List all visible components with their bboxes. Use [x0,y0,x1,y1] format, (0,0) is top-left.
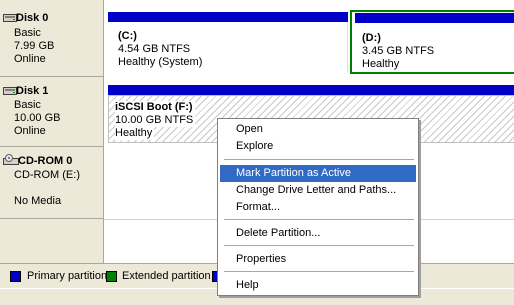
partition-size: 4.54 GB NTFS [118,43,191,55]
legend-swatch-extended [106,271,117,282]
menu-item-change-drive-letter[interactable]: Change Drive Letter and Paths... [220,182,416,199]
menu-item-open[interactable]: Open [220,121,416,138]
context-menu: Open Explore Mark Partition as Active Ch… [217,118,419,296]
disk-status: No Media [14,195,62,207]
primary-partition-bar [355,13,514,23]
menu-item-label: Properties [236,253,287,265]
cdrom-icon [3,154,19,165]
menu-item-label: Delete Partition... [236,227,321,239]
menu-item-label: Change Drive Letter and Paths... [236,184,397,196]
disk-size: 10.00 GB [14,112,61,124]
disk-name: Disk 1 [16,85,49,97]
partition-health: Healthy (System) [118,56,203,68]
partition-label: (D:) [362,32,381,44]
menu-item-label: Mark Partition as Active [236,167,351,179]
partition-c[interactable]: (C:) 4.54 GB NTFS Healthy (System) [108,22,348,72]
menu-item-delete-partition[interactable]: Delete Partition... [220,225,416,242]
menu-item-label: Explore [236,140,274,152]
disk-status: Online [14,125,46,137]
partition-health: Healthy [362,58,400,70]
partition-size: 10.00 GB NTFS [115,114,196,127]
menu-item-label: Format... [236,201,281,213]
primary-partition-bar [108,85,514,95]
disk-type: Basic [14,99,41,111]
disk-status: Online [14,53,46,65]
legend-label-primary: Primary partition [27,270,108,282]
menu-item-help[interactable]: Help [220,277,416,294]
disk-type: Basic [14,27,41,39]
menu-item-label: Help [236,279,259,291]
menu-separator [224,219,414,220]
cdrom-0-label[interactable]: CD-ROM 0 CD-ROM (E:) No Media [0,147,104,219]
partition-size: 3.45 GB NTFS [362,45,435,57]
disk-size: 7.99 GB [14,40,55,52]
menu-separator [224,159,414,160]
disk-icon [3,87,17,95]
disk-type: CD-ROM (E:) [14,169,80,181]
partition-health: Healthy [115,127,155,140]
menu-item-format[interactable]: Format... [220,199,416,216]
disk-1-label[interactable]: Disk 1 Basic 10.00 GB Online [0,77,104,147]
disk-name: CD-ROM 0 [18,155,73,167]
partition-d[interactable]: (D:) 3.45 GB NTFS Healthy [350,10,514,74]
menu-item-mark-active[interactable]: Mark Partition as Active [220,165,416,182]
menu-item-label: Open [236,123,263,135]
legend-label-extended: Extended partition [122,270,211,282]
disk-name: Disk 0 [16,12,49,24]
menu-separator [224,245,414,246]
menu-item-properties[interactable]: Properties [220,251,416,268]
menu-separator [224,271,414,272]
partition-label: iSCSI Boot (F:) [115,101,195,114]
legend-swatch-primary [10,271,21,282]
empty-label-area [0,219,104,263]
partition-label: (C:) [118,30,137,42]
disk-icon [3,14,17,22]
primary-partition-bar [108,12,348,22]
disk-0-label[interactable]: Disk 0 Basic 7.99 GB Online [0,0,104,77]
menu-item-explore[interactable]: Explore [220,138,416,155]
